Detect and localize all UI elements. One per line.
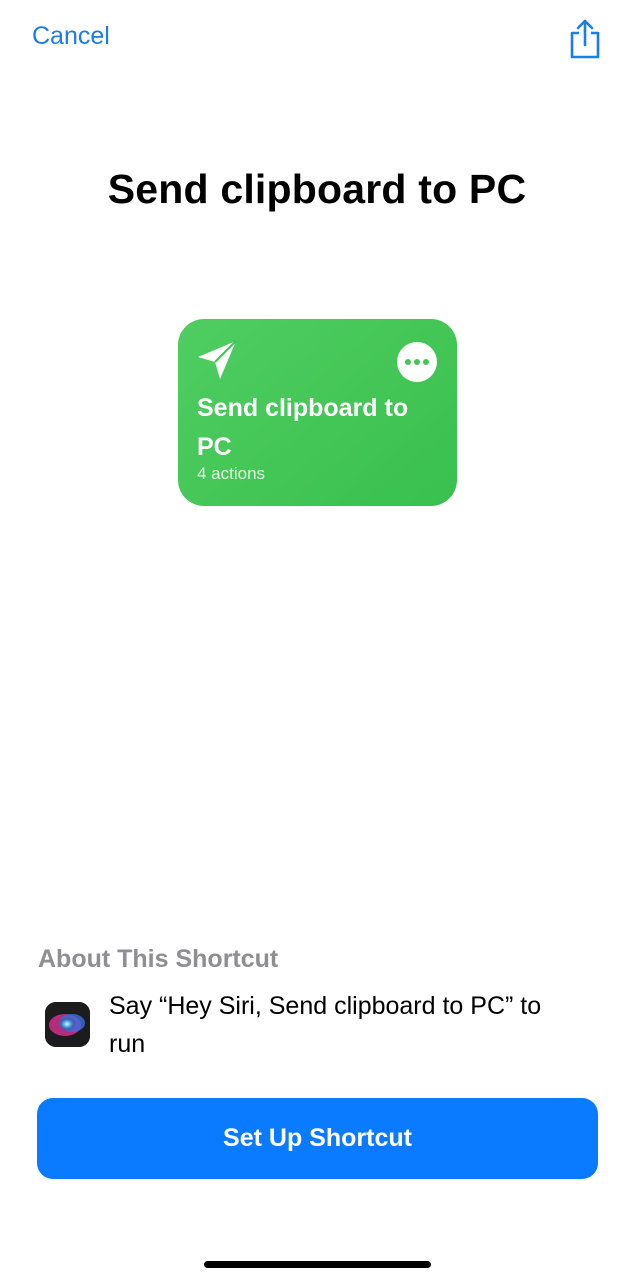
paper-plane-icon [195,338,239,382]
siri-icon [45,1002,90,1047]
shortcut-card-name: Send clipboard to PC [197,394,409,461]
shortcut-card[interactable]: Send clipboard to PC 4 actions [178,319,457,506]
share-icon [570,19,600,59]
cancel-button[interactable]: Cancel [32,22,110,51]
siri-phrase: Say “Hey Siri, Send clipboard to PC” to … [109,992,542,1058]
more-icon[interactable] [397,342,437,382]
about-heading: About This Shortcut [38,945,279,973]
shortcut-actions-count: 4 actions [197,464,266,483]
shortcut-title: Send clipboard to PC [107,166,527,212]
set-up-shortcut-button[interactable]: Set Up Shortcut [37,1098,598,1179]
home-indicator[interactable] [204,1261,431,1268]
share-button[interactable] [566,18,604,60]
